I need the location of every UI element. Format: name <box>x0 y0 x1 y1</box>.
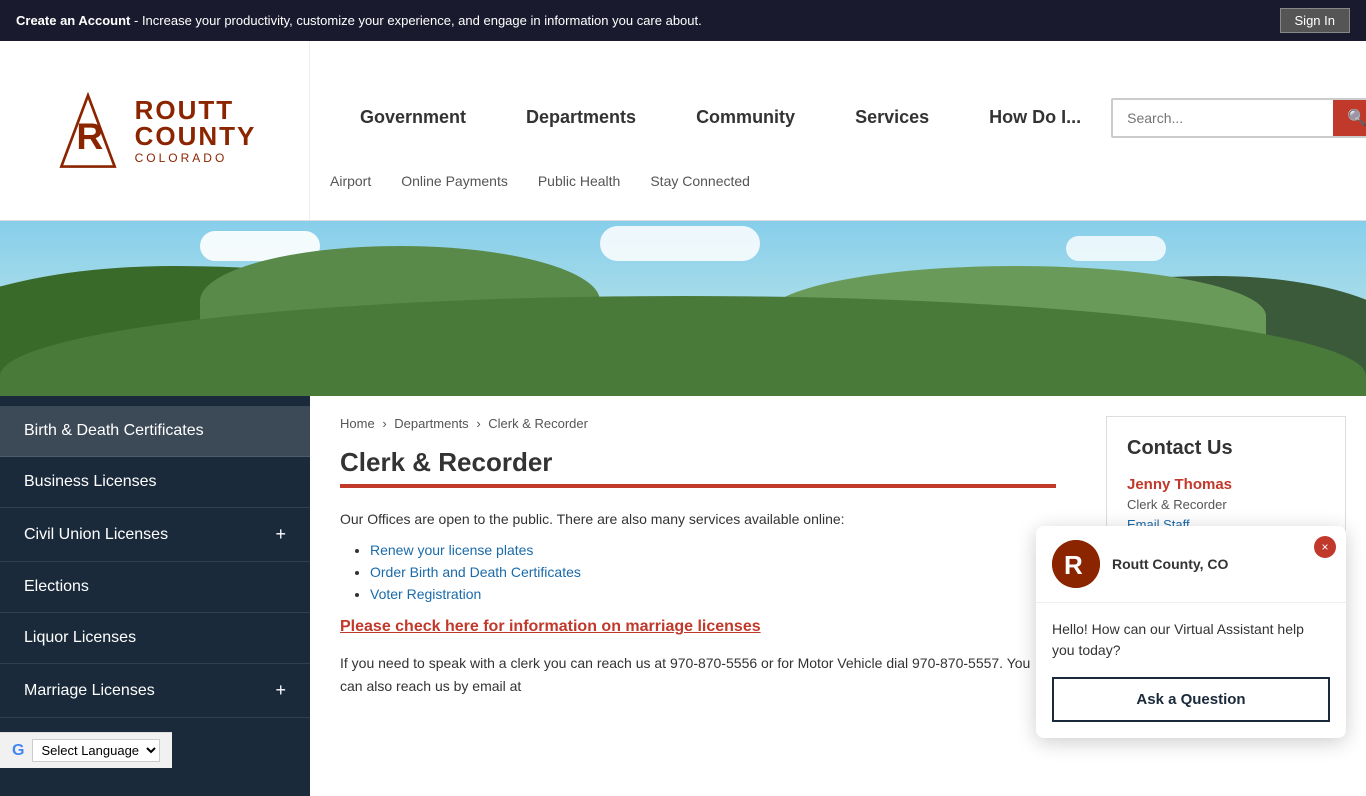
google-icon: G <box>12 742 24 760</box>
sign-in-button[interactable]: Sign In <box>1280 8 1350 33</box>
banner-text: Create an Account - Increase your produc… <box>16 13 702 28</box>
sidebar-label-liquor: Liquor Licenses <box>24 629 136 647</box>
logo-county: COUNTY <box>135 123 257 149</box>
sidebar-item-civil[interactable]: Civil Union Licenses + <box>0 508 310 562</box>
title-underline <box>340 484 1056 488</box>
main-nav-items: Government Departments Community Service… <box>330 97 1111 138</box>
sidebar-item-elections[interactable]: Elections <box>0 562 310 613</box>
content-area: Home › Departments › Clerk & Recorder Cl… <box>310 396 1086 796</box>
nav-item-community[interactable]: Community <box>666 97 825 138</box>
list-item-plates: Renew your license plates <box>370 542 1056 558</box>
search-box: 🔍 <box>1111 98 1366 138</box>
translate-bar: G Select Language Spanish French <box>0 732 172 768</box>
nav-item-departments[interactable]: Departments <box>496 97 666 138</box>
svg-text:R: R <box>76 114 103 156</box>
marriage-link[interactable]: Please check here for information on mar… <box>340 618 1056 636</box>
sidebar-label-business: Business Licenses <box>24 473 157 491</box>
sub-nav-payments[interactable]: Online Payments <box>401 173 508 189</box>
sidebar-plus-civil[interactable]: + <box>275 524 286 545</box>
language-select[interactable]: Select Language Spanish French <box>32 739 160 762</box>
sidebar-item-birth-death[interactable]: Birth & Death Certificates <box>0 406 310 457</box>
sub-nav-airport[interactable]: Airport <box>330 173 371 189</box>
sidebar-label-marriage: Marriage Licenses <box>24 682 155 700</box>
main-nav: Government Departments Community Service… <box>310 63 1366 173</box>
sidebar-label-elections: Elections <box>24 578 89 596</box>
link-plates[interactable]: Renew your license plates <box>370 542 533 558</box>
create-account-link[interactable]: Create an Account <box>16 13 130 28</box>
logo-area: R ROUTT COUNTY COLORADO <box>0 41 310 220</box>
breadcrumb-sep2: › <box>476 416 484 431</box>
body-text: If you need to speak with a clerk you ca… <box>340 652 1056 697</box>
breadcrumb: Home › Departments › Clerk & Recorder <box>340 416 1056 431</box>
sidebar-label-birth-death: Birth & Death Certificates <box>24 422 204 440</box>
logo[interactable]: R ROUTT COUNTY COLORADO <box>53 91 257 171</box>
sub-nav-health[interactable]: Public Health <box>538 173 621 189</box>
svg-text:R: R <box>1064 550 1083 580</box>
chatbot-name-area: Routt County, CO <box>1112 556 1228 572</box>
cloud3 <box>1066 236 1166 261</box>
breadcrumb-current: Clerk & Recorder <box>488 416 588 431</box>
breadcrumb-departments[interactable]: Departments <box>394 416 468 431</box>
chatbot-avatar: R <box>1052 540 1100 588</box>
search-button[interactable]: 🔍 <box>1333 100 1366 136</box>
link-certificates[interactable]: Order Birth and Death Certificates <box>370 564 581 580</box>
chatbot-message: Hello! How can our Virtual Assistant hel… <box>1052 619 1330 661</box>
list-item-voter: Voter Registration <box>370 586 1056 602</box>
search-area: 🔍 <box>1111 98 1366 138</box>
search-input[interactable] <box>1113 102 1333 134</box>
nav-item-howdoi[interactable]: How Do I... <box>959 97 1111 138</box>
chatbot-county-name: Routt County, CO <box>1112 556 1228 572</box>
list-item-certificates: Order Birth and Death Certificates <box>370 564 1056 580</box>
logo-icon: R <box>53 91 123 171</box>
nav-item-services[interactable]: Services <box>825 97 959 138</box>
services-list: Renew your license plates Order Birth an… <box>340 542 1056 602</box>
chatbot-body: Hello! How can our Virtual Assistant hel… <box>1036 603 1346 738</box>
sidebar-plus-marriage[interactable]: + <box>275 680 286 701</box>
sidebar-label-civil: Civil Union Licenses <box>24 526 168 544</box>
sidebar-item-liquor[interactable]: Liquor Licenses <box>0 613 310 664</box>
contact-name: Jenny Thomas <box>1127 476 1325 493</box>
cloud2 <box>600 226 760 261</box>
logo-colorado: COLORADO <box>135 151 257 165</box>
breadcrumb-home[interactable]: Home <box>340 416 375 431</box>
sub-nav: Airport Online Payments Public Health St… <box>310 173 1366 199</box>
breadcrumb-sep1: › <box>382 416 390 431</box>
top-banner: Create an Account - Increase your produc… <box>0 0 1366 41</box>
chatbot-widget: R Routt County, CO × Hello! How can our … <box>1036 526 1346 738</box>
sub-nav-connected[interactable]: Stay Connected <box>650 173 750 189</box>
contact-role: Clerk & Recorder <box>1127 497 1325 512</box>
chatbot-close-button[interactable]: × <box>1314 536 1336 558</box>
link-voter[interactable]: Voter Registration <box>370 586 481 602</box>
page-title: Clerk & Recorder <box>340 447 1056 478</box>
sidebar-item-marriage[interactable]: Marriage Licenses + <box>0 664 310 718</box>
chatbot-header: R Routt County, CO × <box>1036 526 1346 603</box>
intro-text: Our Offices are open to the public. Ther… <box>340 508 1056 530</box>
sidebar-item-business[interactable]: Business Licenses <box>0 457 310 508</box>
header-right: Government Departments Community Service… <box>310 63 1366 199</box>
logo-routt: ROUTT <box>135 97 257 123</box>
logo-name: ROUTT COUNTY COLORADO <box>135 97 257 165</box>
banner-description: - Increase your productivity, customize … <box>130 13 701 28</box>
contact-title: Contact Us <box>1127 437 1325 460</box>
header: R ROUTT COUNTY COLORADO Government Depar… <box>0 41 1366 221</box>
nav-item-government[interactable]: Government <box>330 97 496 138</box>
ask-question-button[interactable]: Ask a Question <box>1052 677 1330 722</box>
hero-image <box>0 221 1366 396</box>
